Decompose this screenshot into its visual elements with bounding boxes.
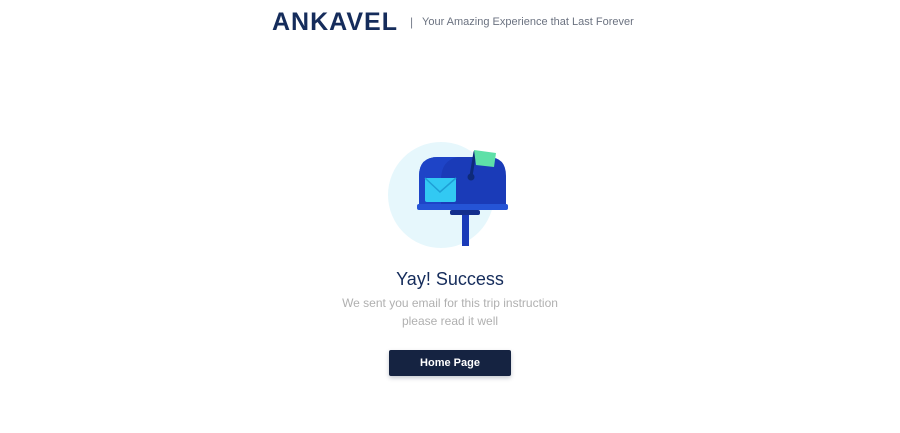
- brand-name: ANKAVEL: [272, 8, 398, 36]
- header-separator: |: [410, 15, 414, 29]
- mailbox-illustration: [386, 140, 512, 252]
- mailbox-post: [462, 210, 469, 246]
- success-title: Yay! Success: [396, 269, 504, 289]
- success-message-line-2: please read it well: [401, 314, 499, 328]
- brand-tagline: Your Amazing Experience that Last Foreve…: [422, 16, 634, 28]
- mailbox-mount: [450, 210, 480, 215]
- mailbox-base: [417, 204, 508, 210]
- brand-logo[interactable]: ANKAVEL: [272, 8, 398, 36]
- page-header: ANKAVEL | Your Amazing Experience that L…: [0, 0, 900, 44]
- success-message-line-1: We sent you email for this trip instruct…: [342, 296, 558, 310]
- flag-icon: [474, 150, 496, 167]
- home-page-button[interactable]: Home Page: [389, 350, 511, 376]
- mailbox-icon: [388, 142, 508, 248]
